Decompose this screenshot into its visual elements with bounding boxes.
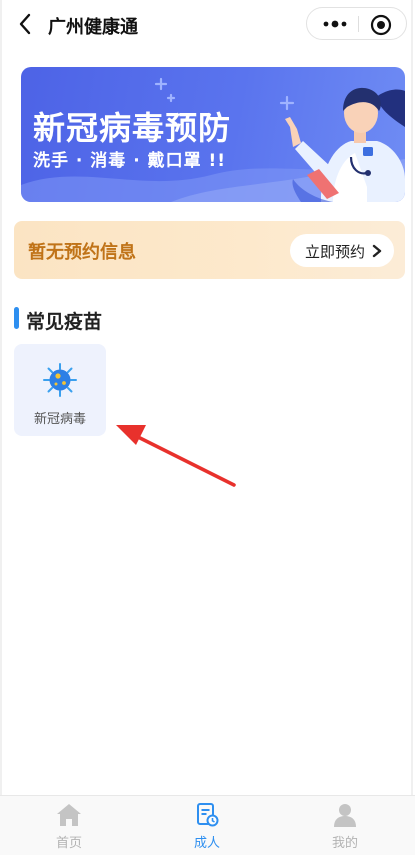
tab-mine-label: 我的 (331, 836, 358, 851)
banner-title: 新冠病毒预防 (33, 109, 232, 147)
back-button[interactable] (14, 10, 38, 38)
chevron-right-icon (372, 244, 382, 258)
home-icon (57, 804, 81, 826)
mini-program-capsule (306, 7, 407, 40)
user-icon (334, 804, 356, 827)
more-button[interactable] (317, 14, 353, 34)
virus-icon (43, 363, 77, 397)
close-mini-program-button[interactable] (369, 13, 393, 37)
page-title: 广州健康通 (48, 17, 138, 38)
prevention-banner[interactable]: 新冠病毒预防 洗手 · 消毒 · 戴口罩 !! (21, 67, 405, 202)
tab-home-label: 首页 (55, 836, 82, 851)
section-accent-bar (14, 307, 19, 329)
book-now-label: 立即预约 (305, 243, 366, 261)
document-clock-icon (197, 803, 219, 827)
appointment-card: 暂无预约信息 立即预约 (14, 221, 405, 279)
target-icon (370, 14, 392, 36)
more-dots-icon (323, 20, 347, 28)
book-now-button[interactable]: 立即预约 (290, 234, 394, 267)
chevron-left-icon (19, 13, 31, 35)
tab-mine[interactable]: 我的 (276, 796, 414, 856)
tab-bar: 首页 成人 我的 (0, 795, 415, 855)
vaccine-item-covid[interactable]: 新冠病毒 (14, 344, 106, 436)
banner-subtitle: 洗手 · 消毒 · 戴口罩 !! (33, 151, 227, 171)
vaccine-label: 新冠病毒 (33, 412, 86, 427)
annotation-arrow (116, 425, 236, 487)
section-title: 常见疫苗 (26, 311, 103, 333)
nav-bar: 广州健康通 (0, 0, 415, 48)
tab-home[interactable]: 首页 (0, 796, 138, 856)
capsule-divider (358, 16, 359, 32)
tab-adult[interactable]: 成人 (138, 796, 276, 856)
tab-adult-label: 成人 (193, 836, 220, 851)
appointment-status: 暂无预约信息 (28, 242, 136, 263)
